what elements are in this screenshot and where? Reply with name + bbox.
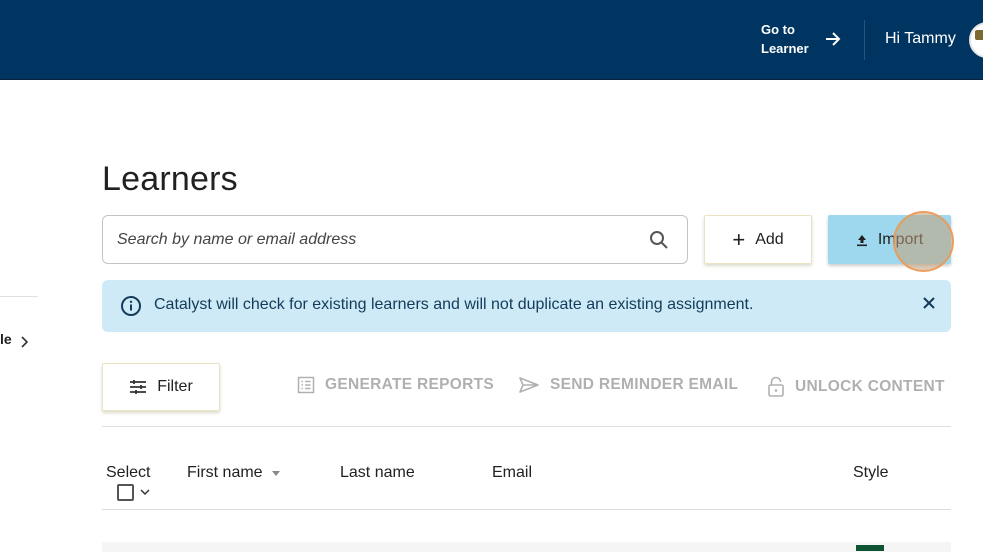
close-icon[interactable] xyxy=(921,295,937,311)
sort-descending-icon xyxy=(271,470,280,476)
report-list-icon xyxy=(297,376,315,394)
send-reminder-email-button[interactable]: SEND REMINDER EMAIL xyxy=(518,376,738,394)
sidebar-divider xyxy=(0,296,38,297)
add-button-label: Add xyxy=(755,230,784,248)
upload-icon xyxy=(856,234,867,246)
top-navigation-bar: Go to Learner Hi Tammy xyxy=(0,0,983,80)
go-to-learner-link[interactable]: Go to Learner xyxy=(761,20,843,58)
table-header-divider xyxy=(102,509,951,510)
search-input[interactable] xyxy=(103,219,623,260)
unlock-content-label: UNLOCK CONTENT xyxy=(795,378,945,395)
info-banner-text: Catalyst will check for existing learner… xyxy=(154,296,754,313)
avatar[interactable] xyxy=(969,22,983,58)
avatar-image xyxy=(975,30,983,40)
info-icon xyxy=(121,296,141,316)
filter-button[interactable]: Filter xyxy=(102,363,220,411)
sidebar-item-collapsed[interactable]: le xyxy=(0,329,30,349)
chevron-down-icon[interactable] xyxy=(140,489,150,496)
user-greeting: Hi Tammy xyxy=(885,30,956,47)
toolbar-divider xyxy=(102,426,951,427)
info-banner: Catalyst will check for existing learner… xyxy=(102,280,951,332)
send-reminder-email-label: SEND REMINDER EMAIL xyxy=(550,376,739,393)
search-icon[interactable] xyxy=(649,230,669,250)
first-name-header-label: First name xyxy=(187,464,263,481)
send-icon xyxy=(519,377,539,393)
sidebar-item-label: le xyxy=(0,331,12,347)
add-learner-button[interactable]: + Add xyxy=(704,215,812,264)
column-header-select: Select xyxy=(106,464,151,481)
unlock-icon xyxy=(768,376,784,397)
column-header-first-name[interactable]: First name xyxy=(187,464,280,482)
column-header-last-name[interactable]: Last name xyxy=(340,464,415,482)
header-divider xyxy=(864,20,865,60)
page-title: Learners xyxy=(102,160,238,198)
unlock-content-button[interactable]: UNLOCK CONTENT xyxy=(767,376,945,398)
plus-icon: + xyxy=(732,226,746,252)
style-color-badge xyxy=(856,545,884,551)
select-all-checkbox[interactable] xyxy=(117,484,134,501)
chevron-right-icon xyxy=(21,336,28,348)
import-button-label: Import xyxy=(877,230,924,248)
go-to-learner-label: Go to Learner xyxy=(761,22,809,56)
column-header-style: Style xyxy=(853,464,889,481)
column-header-email[interactable]: Email xyxy=(492,464,532,482)
filter-sliders-icon xyxy=(130,380,147,394)
filter-button-label: Filter xyxy=(157,378,193,395)
generate-reports-label: GENERATE REPORTS xyxy=(325,376,495,393)
search-field[interactable] xyxy=(102,215,688,264)
table-row[interactable] xyxy=(102,542,951,552)
import-button[interactable]: Import xyxy=(828,215,951,264)
generate-reports-button[interactable]: GENERATE REPORTS xyxy=(297,376,494,394)
arrow-right-icon xyxy=(826,32,841,46)
